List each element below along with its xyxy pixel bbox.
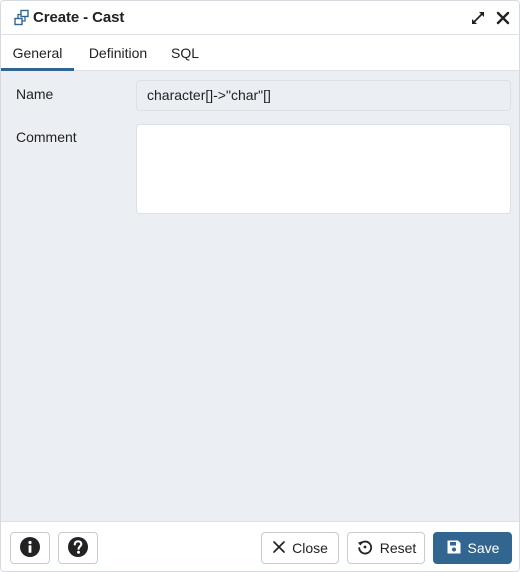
close-icon[interactable] [494,9,512,27]
tab-sql[interactable]: SQL [165,35,205,71]
help-button[interactable] [58,532,98,564]
close-button-label: Close [292,540,328,556]
tab-bar: General Definition SQL [1,35,519,71]
comment-label: Comment [16,129,77,145]
cast-icon [13,9,31,27]
save-button-label: Save [467,540,500,556]
name-label: Name [16,86,54,102]
reset-icon [356,538,374,559]
info-icon [19,536,41,561]
close-button[interactable]: Close [261,532,339,564]
help-icon [67,536,89,561]
tab-general[interactable]: General [1,35,74,71]
info-button[interactable] [10,532,50,564]
dialog-footer: Close Reset Save [1,521,519,571]
close-icon [272,540,286,557]
name-field[interactable]: character[]->"char"[] [136,80,511,111]
save-button[interactable]: Save [433,532,512,564]
create-cast-dialog: Create - Cast General Definition SQL Nam… [0,0,520,572]
reset-button-label: Reset [379,540,417,556]
reset-button[interactable]: Reset [347,532,425,564]
dialog-title: Create - Cast [33,9,125,26]
maximize-icon[interactable] [469,9,487,27]
save-icon [446,539,462,558]
tab-definition[interactable]: Definition [79,35,157,71]
comment-field[interactable] [136,124,511,214]
dialog-titlebar[interactable]: Create - Cast [1,1,519,35]
general-tab-panel: Name character[]->"char"[] Comment [1,71,519,521]
